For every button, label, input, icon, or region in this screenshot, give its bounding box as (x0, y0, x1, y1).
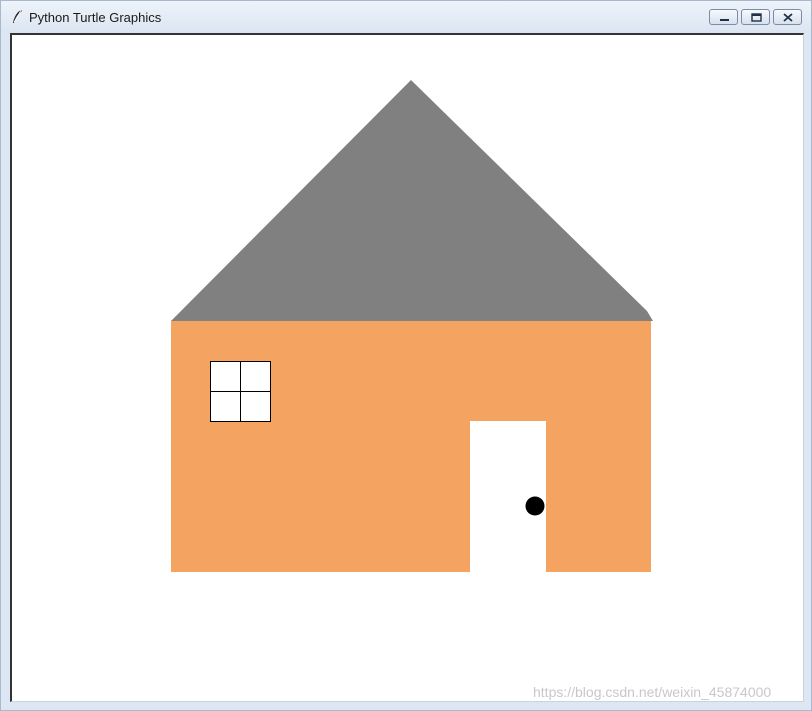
turtle-window: Python Turtle Graphics https://blog.csdn… (0, 0, 812, 711)
close-button[interactable] (773, 9, 802, 25)
roof (171, 80, 653, 321)
watermark-text: https://blog.csdn.net/weixin_45874000 (533, 684, 772, 700)
window-title: Python Turtle Graphics (29, 10, 162, 25)
door-knob (525, 496, 545, 516)
turtle-canvas[interactable] (10, 33, 804, 702)
house-window (210, 361, 271, 422)
maximize-button[interactable] (741, 9, 770, 25)
house-drawing (171, 80, 653, 572)
minimize-button[interactable] (709, 9, 738, 25)
title-bar[interactable]: Python Turtle Graphics (1, 1, 811, 33)
house-wall (171, 321, 651, 572)
feather-pen-icon (10, 9, 24, 25)
door (470, 421, 546, 572)
